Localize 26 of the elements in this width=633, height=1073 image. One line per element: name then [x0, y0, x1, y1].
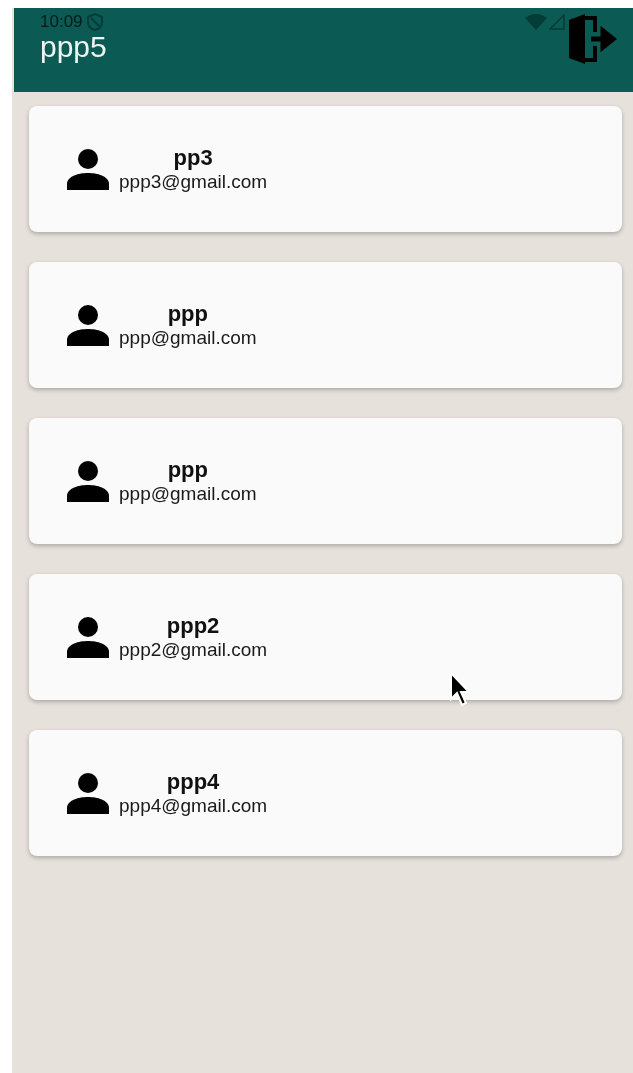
- user-name: pp3: [173, 145, 213, 171]
- status-time: 10:09: [40, 12, 83, 32]
- user-card[interactable]: ppp ppp@gmail.com: [29, 418, 622, 544]
- user-email: ppp4@gmail.com: [119, 795, 268, 817]
- user-email: ppp@gmail.com: [119, 483, 257, 505]
- user-email: ppp@gmail.com: [119, 327, 257, 349]
- user-name: ppp4: [166, 769, 220, 795]
- person-icon: [67, 304, 109, 346]
- app-title: ppp5: [40, 30, 107, 64]
- person-icon: [67, 772, 109, 814]
- person-icon: [67, 616, 109, 658]
- user-name: ppp2: [166, 613, 220, 639]
- user-card[interactable]: ppp4 ppp4@gmail.com: [29, 730, 622, 856]
- signal-icon: [549, 14, 565, 30]
- shield-icon: [86, 13, 103, 31]
- logout-icon[interactable]: [567, 14, 619, 64]
- person-icon: [67, 148, 109, 190]
- user-name: ppp: [167, 301, 208, 327]
- user-email: ppp2@gmail.com: [119, 639, 268, 661]
- person-icon: [67, 460, 109, 502]
- user-card[interactable]: pp3 ppp3@gmail.com: [29, 106, 622, 232]
- user-name: ppp: [167, 457, 208, 483]
- wifi-icon: [525, 14, 547, 30]
- user-card[interactable]: ppp ppp@gmail.com: [29, 262, 622, 388]
- user-card[interactable]: ppp2 ppp2@gmail.com: [29, 574, 622, 700]
- user-email: ppp3@gmail.com: [119, 171, 268, 193]
